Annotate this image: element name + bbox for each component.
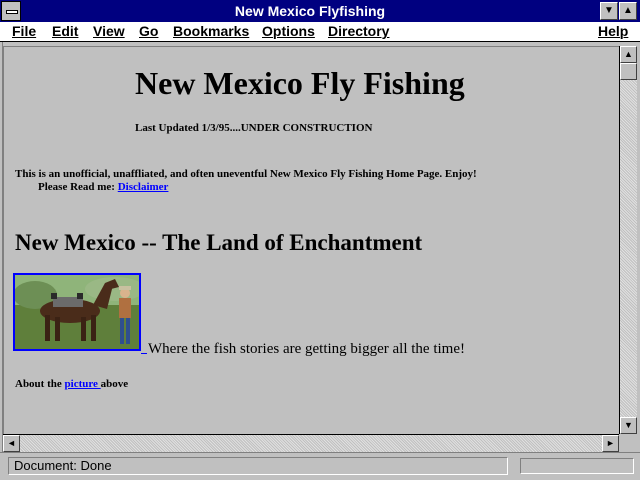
about-suffix: above [100, 378, 129, 390]
progress-meter [520, 458, 634, 474]
minimize-button[interactable]: ▼ [600, 2, 618, 20]
section-heading: New Mexico -- The Land of Enchantment [15, 230, 423, 255]
menu-bookmarks[interactable]: Bookmarks [173, 23, 249, 39]
system-menu-icon[interactable] [1, 1, 21, 21]
scroll-left-button[interactable]: ◄ [3, 435, 20, 452]
maximize-button[interactable]: ▲ [619, 2, 637, 20]
scroll-down-button[interactable]: ▼ [620, 417, 637, 434]
menu-view[interactable]: View [93, 23, 125, 39]
status-bar: Document: Done [0, 452, 640, 480]
disclaimer-link[interactable]: Disclaimer [118, 181, 169, 193]
intro-text: This is an unofficial, unaffliated, and … [15, 168, 477, 180]
page-content: New Mexico Fly Fishing Last Updated 1/3/… [3, 46, 619, 434]
horizontal-scrollbar[interactable]: ◄ ► [3, 434, 619, 452]
picture-link[interactable]: picture [65, 378, 101, 390]
photo-caption: Where the fish stories are getting bigge… [148, 341, 465, 357]
vertical-scroll-thumb[interactable] [620, 63, 637, 80]
read-me-line: Please Read me: Disclaimer [38, 181, 168, 193]
menu-go[interactable]: Go [139, 23, 158, 39]
menu-bar: File Edit View Go Bookmarks Options Dire… [0, 22, 640, 42]
horizontal-scroll-track[interactable] [20, 435, 602, 452]
scroll-up-button[interactable]: ▲ [620, 46, 637, 63]
menu-help[interactable]: Help [598, 23, 628, 39]
read-me-label: Please Read me: [38, 181, 115, 193]
scroll-right-button[interactable]: ► [602, 435, 619, 452]
about-picture-line: About the picture above [15, 378, 128, 390]
status-text: Document: Done [8, 457, 508, 475]
menu-directory[interactable]: Directory [328, 23, 389, 39]
last-updated-text: Last Updated 1/3/95....UNDER CONSTRUCTIO… [135, 122, 373, 134]
photo-image [15, 275, 139, 349]
menu-options[interactable]: Options [262, 23, 315, 39]
photo-link-underline[interactable] [141, 353, 147, 354]
title-bar: New Mexico Flyfishing ▼ ▲ [0, 0, 640, 22]
about-prefix: About the [15, 378, 62, 390]
horse-and-rider-photo[interactable] [13, 273, 141, 351]
page-title: New Mexico Fly Fishing [135, 65, 465, 101]
vertical-scrollbar[interactable]: ▲ ▼ [619, 46, 637, 434]
window-title: New Mexico Flyfishing [234, 3, 386, 19]
menu-file[interactable]: File [12, 23, 36, 39]
menu-edit[interactable]: Edit [52, 23, 78, 39]
